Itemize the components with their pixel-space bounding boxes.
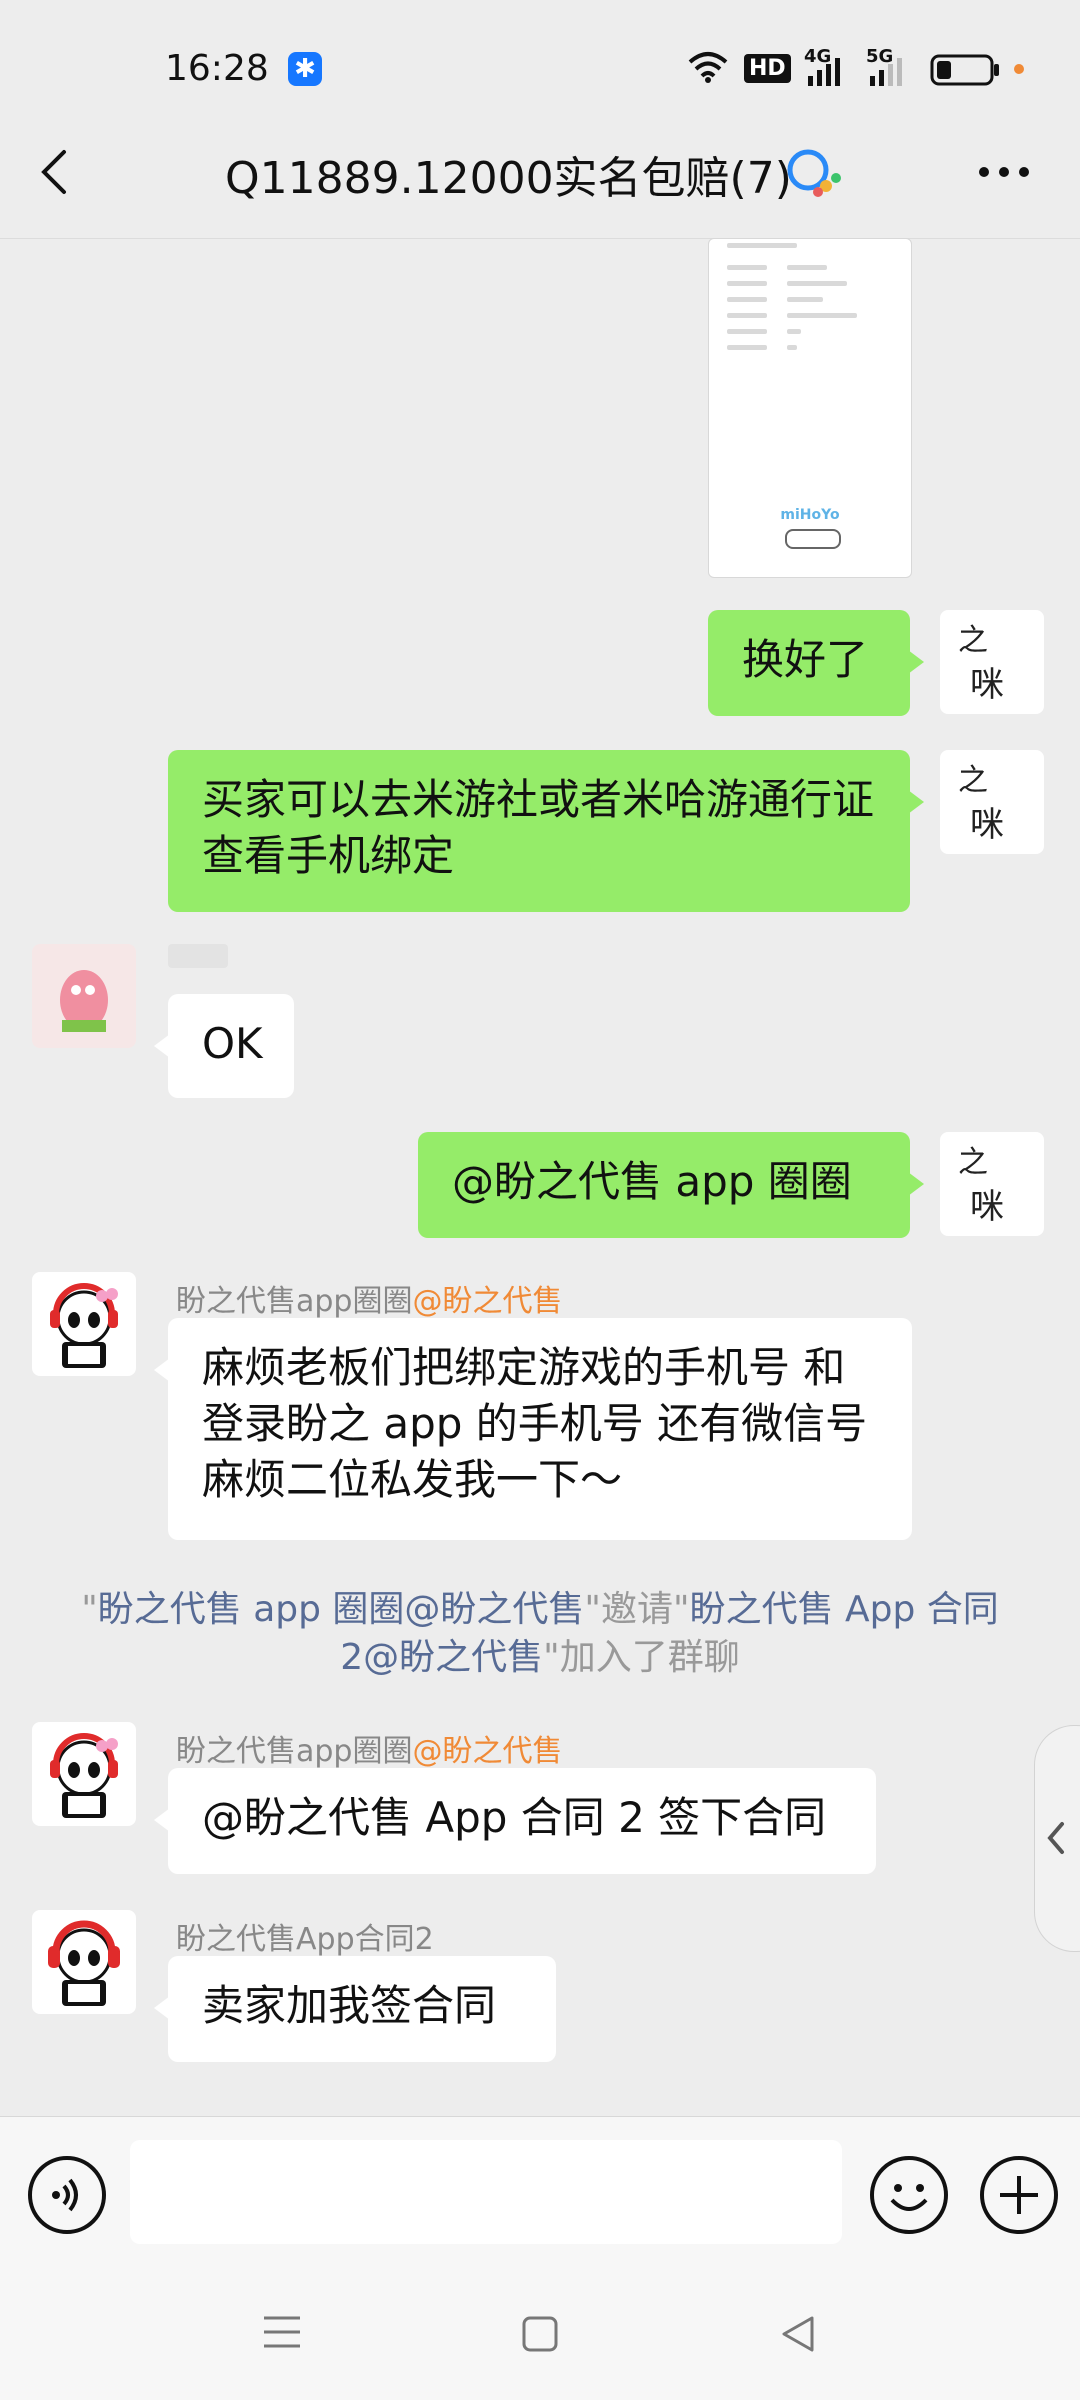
dot-indicator-icon [1014, 64, 1024, 74]
back-nav-icon[interactable] [778, 2314, 818, 2354]
voice-input-button[interactable] [28, 2156, 106, 2234]
inviter-link[interactable]: 盼之代售 app 圈圈@盼之代售 [98, 1589, 585, 1630]
svg-text:之: 之 [958, 1145, 988, 1180]
message-bubble[interactable]: 麻烦老板们把绑定游戏的手机号 和登录盼之 app 的手机号 还有微信号麻烦二位私… [154, 1318, 912, 1540]
more-options-icon[interactable] [976, 164, 1032, 180]
sender-avatar-panda-red[interactable] [32, 1910, 136, 2014]
sender-name: 盼之代售app圈圈@盼之代售 [176, 1276, 562, 1320]
status-time: 16:28 [165, 48, 269, 89]
chevron-left-icon[interactable] [1044, 1820, 1068, 1856]
notification-icon: ✱ [288, 52, 322, 86]
group-chat-badge-icon [787, 149, 841, 197]
back-arrow-icon[interactable] [36, 148, 72, 196]
status-bar: 16:28 ✱ HD 4G 5G [0, 0, 1080, 130]
signal-5g-icon [870, 58, 902, 86]
message-bubble[interactable]: OK [154, 994, 294, 1098]
svg-text:之: 之 [958, 763, 988, 798]
svg-text:咪: 咪 [970, 805, 1004, 845]
sender-mention: @盼之代售 [412, 1284, 563, 1319]
quote-mark: " [81, 1589, 98, 1630]
quote-mark: " [543, 1637, 560, 1678]
my-avatar[interactable]: 之咪 [940, 1132, 1044, 1236]
home-nav-icon[interactable] [520, 2314, 560, 2354]
chat-title: Q11889.12000实名包赔(7) [225, 153, 792, 204]
sender-name: 盼之代售App合同2 [176, 1922, 434, 1957]
message-input[interactable] [130, 2140, 842, 2244]
add-attachment-button[interactable] [980, 2156, 1058, 2234]
sender-avatar-patrick[interactable] [32, 944, 136, 1048]
message-bubble[interactable]: 卖家加我签合同 [154, 1956, 556, 2062]
shared-image-brand: miHoYo [780, 507, 840, 523]
sender-avatar-panda[interactable] [32, 1272, 136, 1376]
shared-screenshot-image[interactable]: miHoYo [708, 238, 912, 578]
my-avatar[interactable]: 之咪 [940, 750, 1044, 854]
invite-verb: 邀请 [600, 1589, 673, 1630]
menu-nav-icon[interactable] [262, 2314, 302, 2350]
message-bubble[interactable]: 换好了 [708, 610, 924, 716]
quote-mark: " [584, 1589, 601, 1630]
message-bubble[interactable]: 买家可以去米游社或者米哈游通行证查看手机绑定 [168, 750, 924, 912]
sender-name-text: 盼之代售app圈圈 [176, 1734, 413, 1769]
quote-mark: " [673, 1589, 690, 1630]
emoji-icon [890, 2184, 928, 2211]
plus-icon [1000, 2176, 1038, 2214]
svg-text:之: 之 [958, 623, 988, 658]
sender-name-hidden [168, 944, 228, 968]
svg-text:咪: 咪 [970, 665, 1004, 705]
shared-image-pill [785, 529, 841, 549]
sender-avatar-panda[interactable] [32, 1722, 136, 1826]
hd-badge: HD [744, 54, 791, 83]
my-avatar[interactable]: 之咪 [940, 610, 1044, 714]
join-suffix: 加入了群聊 [559, 1637, 740, 1678]
message-bubble[interactable]: @盼之代售 App 合同 2 签下合同 [154, 1768, 876, 1874]
sender-mention: @盼之代售 [412, 1734, 563, 1769]
sender-name: 盼之代售app圈圈@盼之代售 [176, 1726, 562, 1770]
battery-icon [930, 54, 999, 86]
message-bubble[interactable]: @盼之代售 app 圈圈 [418, 1132, 924, 1238]
emoji-button[interactable] [870, 2156, 948, 2234]
system-invite-message: "盼之代售 app 圈圈@盼之代售"邀请"盼之代售 App 合同 2@盼之代售"… [80, 1586, 1000, 1682]
voice-icon [52, 2178, 78, 2212]
wifi-icon [688, 52, 728, 83]
svg-text:咪: 咪 [970, 1187, 1004, 1227]
sender-name-text: 盼之代售app圈圈 [176, 1284, 413, 1319]
signal-4g-icon [808, 58, 840, 86]
